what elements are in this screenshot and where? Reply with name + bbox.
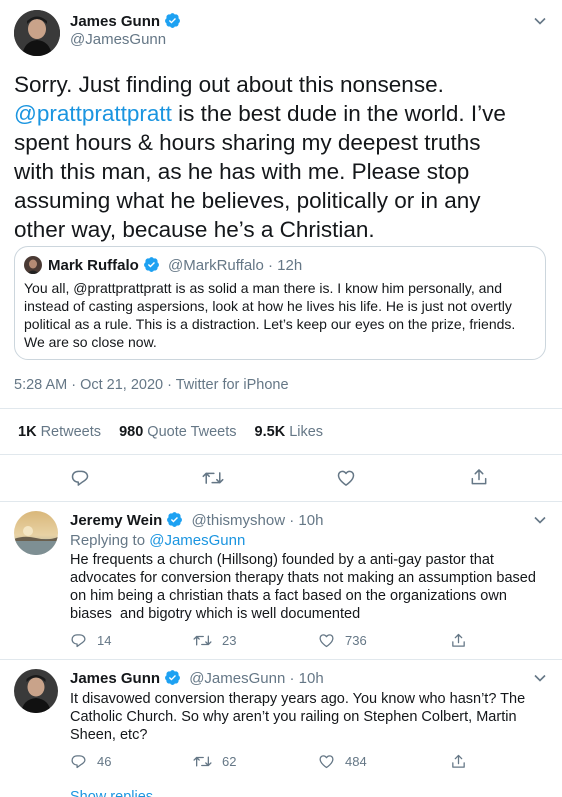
reply2-retweet-button[interactable]: 62	[193, 753, 236, 770]
verified-badge-icon	[167, 512, 183, 527]
divider	[0, 659, 562, 660]
quoted-author-name: Mark Ruffalo	[48, 257, 139, 274]
quoted-tweet-text: You all, @prattprattpratt is as solid a …	[24, 280, 516, 350]
quoted-author-handle: @MarkRuffalo	[168, 257, 264, 274]
reply1-share-button[interactable]	[450, 632, 467, 649]
likes-stat[interactable]: 9.5K Likes	[255, 424, 324, 440]
reply1-time[interactable]: · 10h	[289, 512, 323, 529]
reply1-header: Jeremy Wein @thismyshow · 10h	[70, 511, 323, 530]
verified-badge-icon	[143, 257, 159, 272]
main-tweet-mention[interactable]: @prattprattpratt	[14, 101, 172, 126]
reply1-replying-to: Replying to @JamesGunn	[70, 531, 245, 550]
main-author-handle[interactable]: @JamesGunn	[70, 31, 166, 49]
reply1-menu[interactable]	[533, 513, 547, 527]
replying-to-prefix: Replying to	[70, 532, 146, 549]
reply-icon	[71, 634, 86, 648]
main-author-avatar[interactable]	[14, 10, 60, 56]
reply2-reply-count: 46	[97, 754, 112, 769]
main-author-name-row[interactable]: James Gunn	[70, 12, 181, 32]
quotes-label: Quote Tweets	[147, 424, 237, 440]
engagement-stats: 1K Retweets 980 Quote Tweets 9.5K Likes	[18, 423, 323, 441]
retweets-label: Retweets	[40, 424, 102, 440]
avatar-photo	[24, 256, 42, 274]
main-tweet-timestamp[interactable]: 5:28 AM · Oct 21, 2020 · Twitter for iPh…	[14, 376, 289, 394]
reply2-author-handle[interactable]: @JamesGunn	[189, 670, 285, 687]
like-icon	[319, 634, 334, 648]
reply2-header: James Gunn @JamesGunn · 10h	[70, 669, 324, 688]
quotes-stat[interactable]: 980 Quote Tweets	[119, 424, 236, 440]
main-tweet-text-line1: Sorry. Just finding out about this nonse…	[14, 72, 444, 97]
reply2-menu[interactable]	[533, 671, 547, 685]
reply1-text: He frequents a church (Hillsong) founded…	[70, 552, 540, 622]
share-icon	[452, 754, 465, 768]
avatar-photo	[14, 669, 58, 713]
verified-badge-icon	[165, 670, 180, 685]
quoted-author-avatar	[24, 256, 42, 274]
reply1-reply-count: 14	[97, 633, 112, 648]
reply1-author-avatar[interactable]	[14, 511, 58, 555]
reply1-like-count: 736	[345, 633, 367, 648]
main-share-button[interactable]	[469, 467, 489, 487]
replying-to-handle[interactable]: @JamesGunn	[149, 532, 245, 549]
reply2-like-button[interactable]: 484	[318, 753, 367, 770]
share-icon	[452, 633, 465, 647]
reply2-reply-button[interactable]: 46	[70, 753, 111, 770]
reply2-time[interactable]: · 10h	[289, 670, 323, 687]
reply2-retweet-count: 62	[222, 754, 237, 769]
reply1-author-handle[interactable]: @thismyshow	[191, 512, 285, 529]
likes-count: 9.5K	[254, 424, 286, 440]
retweets-stat[interactable]: 1K Retweets	[18, 424, 101, 440]
share-icon	[471, 469, 487, 485]
chevron-down-icon	[534, 516, 546, 524]
divider	[0, 408, 562, 409]
like-icon	[319, 755, 334, 769]
reply1-retweet-count: 23	[222, 633, 237, 648]
main-tweet-text: Sorry. Just finding out about this nonse…	[14, 70, 514, 244]
chevron-down-icon	[534, 17, 546, 25]
main-like-button[interactable]	[336, 468, 356, 488]
reply1-retweet-button[interactable]: 23	[193, 632, 236, 649]
main-author-name[interactable]: James Gunn	[70, 13, 160, 30]
retweet-icon	[193, 635, 212, 646]
reply1-like-button[interactable]: 736	[318, 632, 367, 649]
like-icon	[337, 470, 355, 486]
divider	[0, 501, 562, 502]
chevron-down-icon	[534, 674, 546, 682]
reply2-like-count: 484	[345, 754, 367, 769]
reply2-author-avatar[interactable]	[14, 669, 58, 713]
reply1-author-name[interactable]: Jeremy Wein	[70, 512, 162, 529]
reply-icon	[71, 470, 89, 486]
retweet-icon	[202, 472, 224, 484]
avatar-photo	[14, 511, 58, 555]
reply-icon	[71, 755, 86, 769]
show-replies-link[interactable]: Show replies	[70, 788, 153, 797]
main-retweet-button[interactable]	[202, 468, 224, 488]
reply2-share-button[interactable]	[450, 753, 467, 770]
avatar-photo	[14, 10, 60, 56]
main-tweet-menu[interactable]	[533, 14, 547, 28]
divider	[0, 454, 562, 455]
quoted-time: · 12h	[268, 257, 303, 274]
reply2-author-name[interactable]: James Gunn	[70, 670, 160, 687]
verified-badge-icon	[165, 13, 180, 28]
retweet-icon	[193, 756, 212, 767]
reply2-text: It disavowed conversion therapy years ag…	[70, 691, 526, 743]
main-reply-button[interactable]	[70, 468, 90, 488]
quoted-author-row: Mark Ruffalo @MarkRuffalo · 12h	[48, 256, 302, 275]
retweets-count: 1K	[18, 424, 37, 440]
likes-label: Likes	[289, 424, 324, 440]
quotes-count: 980	[119, 424, 144, 440]
reply1-reply-button[interactable]: 14	[70, 632, 111, 649]
